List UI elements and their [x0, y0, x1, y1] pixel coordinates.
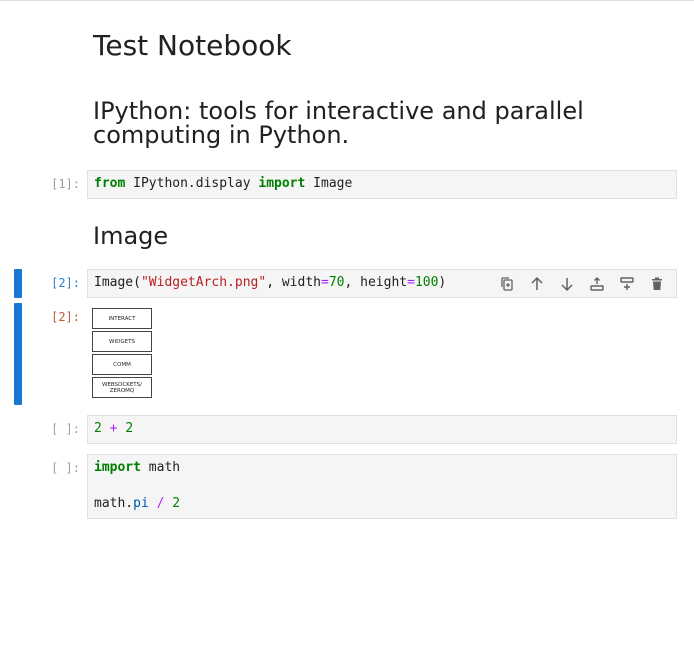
insert-above-icon[interactable] [586, 273, 608, 295]
cell-2-editor[interactable]: Image("WidgetArch.png", width=70, height… [87, 269, 677, 298]
close-paren: ) [438, 275, 447, 290]
keyword: import [94, 460, 141, 475]
import-name: Image [305, 176, 353, 191]
cell-2-prompt: [2]: [51, 276, 80, 290]
insert-below-icon[interactable] [616, 273, 638, 295]
string-literal: "WidgetArch.png" [140, 275, 267, 290]
number-literal: 100 [414, 275, 439, 290]
number-literal: 2 [125, 421, 134, 436]
diagram-box-comm: COMM [92, 354, 152, 375]
operator: = [321, 275, 329, 290]
delete-icon[interactable] [646, 273, 668, 295]
number-literal: 70 [328, 275, 345, 290]
cell-1-prompt: [1]: [51, 177, 80, 191]
notebook-title: Test Notebook [93, 29, 292, 62]
move-up-icon[interactable] [526, 273, 548, 295]
diagram-box-widgets: WIDGETS [92, 331, 152, 352]
module-name: math [140, 460, 181, 475]
function-call: Image( [94, 275, 141, 290]
operator: / [148, 496, 173, 511]
cell-2-output-prompt: [2]: [51, 310, 80, 324]
cell-toolbar [496, 273, 668, 295]
operator: = [407, 275, 415, 290]
operator: + [101, 421, 126, 436]
cell-4-editor[interactable]: import math math.pi / 2 [87, 454, 677, 519]
cell-3-editor[interactable]: 2 + 2 [87, 415, 677, 444]
keyword: import [258, 176, 306, 191]
top-divider [0, 0, 694, 1]
keyword: from [94, 176, 126, 191]
notebook-subtitle: IPython: tools for interactive and paral… [93, 97, 584, 149]
attribute-name: pi [133, 496, 149, 511]
object-name: math. [94, 496, 134, 511]
duplicate-icon[interactable] [496, 273, 518, 295]
number-literal: 2 [172, 496, 181, 511]
arg-height: , height [344, 275, 408, 290]
diagram-box-websockets: WEBSOCKETS/ ZEROMQ [92, 377, 152, 398]
cell-4-prompt: [ ]: [51, 461, 80, 475]
move-down-icon[interactable] [556, 273, 578, 295]
diagram-box-interact: INTERACT [92, 308, 152, 329]
module-name: IPython.display [125, 176, 259, 191]
number-literal: 2 [94, 421, 102, 436]
cell-3-prompt: [ ]: [51, 422, 80, 436]
section-heading: Image [93, 222, 169, 250]
arg-width: , width [266, 275, 321, 290]
cell-1-editor[interactable]: from IPython.display import Image [87, 170, 677, 199]
